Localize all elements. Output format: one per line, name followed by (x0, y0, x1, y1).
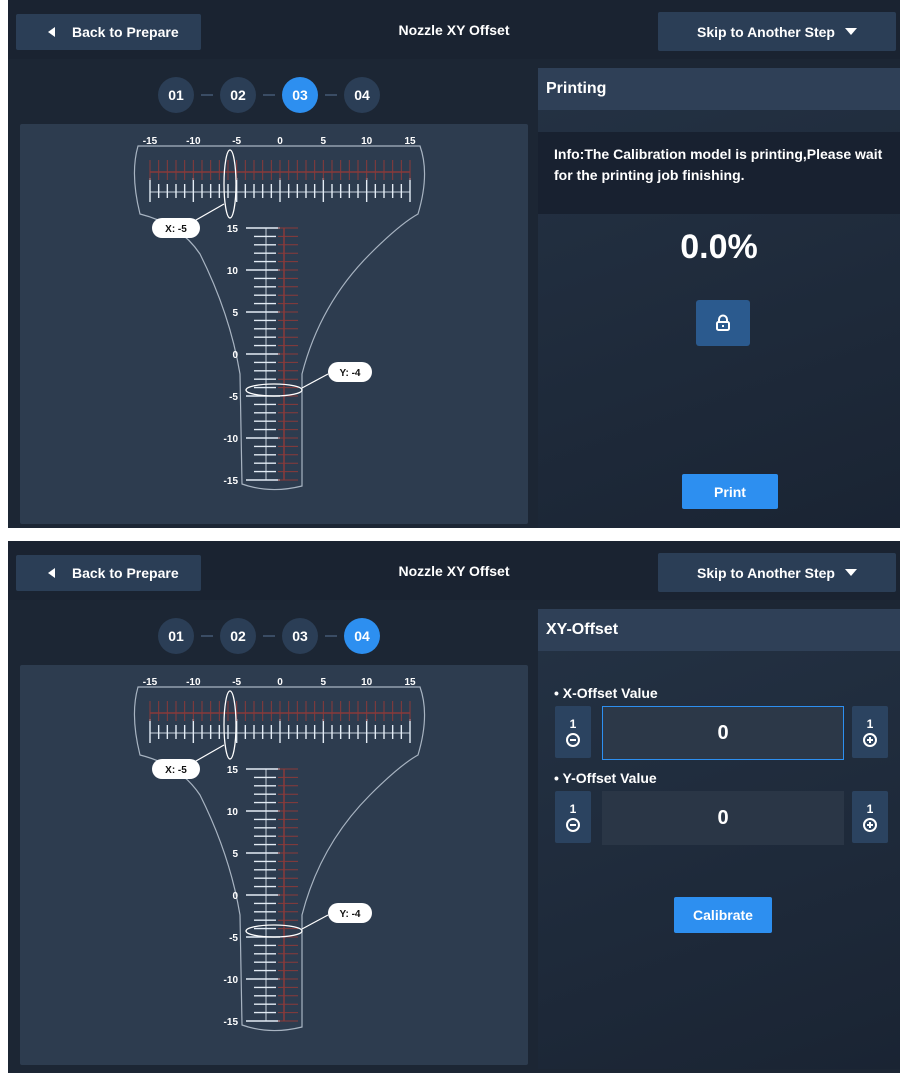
y-tick-label: 5 (232, 849, 238, 860)
y-tick-label: -5 (229, 392, 238, 403)
skip-step-label: Skip to Another Step (697, 23, 835, 40)
y-tick-label: -10 (224, 975, 239, 986)
back-button[interactable]: Back to Prepare (16, 555, 201, 591)
y-tick-label: 10 (227, 266, 239, 277)
top-bar: Back to Prepare Nozzle XY Offset Skip to… (8, 541, 900, 600)
screen-xy-offset: Back to Prepare Nozzle XY Offset Skip to… (8, 541, 900, 1073)
y-tick-label: 10 (227, 807, 239, 818)
y-callout: Y: -4 (340, 368, 361, 379)
step-divider (263, 94, 275, 96)
skip-step-dropdown[interactable]: Skip to Another Step (658, 553, 896, 592)
step-03: 03 (282, 77, 318, 113)
back-arrow-icon (48, 568, 55, 578)
step-size: 1 (569, 802, 577, 816)
x-tick-label: 5 (321, 677, 327, 688)
step-02: 02 (220, 77, 256, 113)
step-04: 04 (344, 618, 380, 654)
skip-step-label: Skip to Another Step (697, 564, 835, 581)
minus-circle-icon (566, 733, 580, 747)
panel-title: Printing (538, 68, 900, 110)
y-tick-label: -15 (224, 1017, 239, 1028)
panel-title: XY-Offset (538, 609, 900, 651)
x-tick-label: -15 (143, 677, 158, 688)
x-tick-label: 15 (404, 136, 416, 147)
back-button-label: Back to Prepare (72, 565, 179, 581)
step-size: 1 (569, 717, 577, 731)
plus-circle-icon (863, 733, 877, 747)
lock-button[interactable] (696, 300, 750, 346)
plus-circle-icon (863, 818, 877, 832)
caret-down-icon (844, 569, 857, 576)
calibrate-button[interactable]: Calibrate (674, 897, 772, 933)
caret-down-icon (844, 28, 857, 35)
lock-icon (716, 314, 730, 331)
info-message: Info:The Calibration model is printing,P… (538, 132, 900, 214)
calibration-guide-image: -15 -10 -5 0 5 10 15 15 10 5 0 -5 -10 -15 X: -5 Y: -4 (20, 665, 528, 1065)
y-increment-button[interactable]: 1 (852, 791, 888, 843)
x-increment-button[interactable]: 1 (852, 706, 888, 758)
printing-panel: Printing Info:The Calibration model is p… (538, 68, 900, 528)
y-tick-label: 15 (227, 224, 239, 235)
step-divider (201, 635, 213, 637)
y-decrement-button[interactable]: 1 (555, 791, 591, 843)
calibration-guide-drawing: -15 -10 -5 0 5 10 15 15 10 5 0 -5 -10 -15 X: -5 Y: -4 (133, 136, 426, 491)
step-02: 02 (220, 618, 256, 654)
x-decrement-button[interactable]: 1 (555, 706, 591, 758)
y-tick-label: 0 (232, 350, 238, 361)
back-arrow-icon (48, 27, 55, 37)
step-01: 01 (158, 618, 194, 654)
x-tick-label: -5 (232, 136, 241, 147)
x-tick-label: 5 (321, 136, 327, 147)
print-button[interactable]: Print (682, 474, 778, 509)
y-callout: Y: -4 (340, 909, 361, 920)
xy-offset-panel: XY-Offset • X-Offset Value 1 0 1 • Y-Off… (538, 609, 900, 1069)
y-tick-label: 0 (232, 891, 238, 902)
y-tick-label: 5 (232, 308, 238, 319)
x-callout: X: -5 (165, 224, 187, 235)
x-offset-label: • X-Offset Value (554, 685, 658, 701)
calibration-guide-image: -15 -10 -5 0 5 10 15 15 10 5 0 -5 -10 -15 X: -5 Y: -4 (20, 124, 528, 524)
step-size: 1 (866, 717, 874, 731)
x-tick-label: -10 (186, 677, 201, 688)
y-tick-label: -5 (229, 933, 238, 944)
x-tick-label: 10 (361, 677, 373, 688)
step-indicator: 01 02 03 04 (158, 77, 380, 113)
screen-printing: Back to Prepare Nozzle XY Offset Skip to… (8, 0, 900, 528)
calibration-guide-drawing: -15 -10 -5 0 5 10 15 15 10 5 0 -5 -10 -15 X: -5 Y: -4 (133, 677, 426, 1032)
x-tick-label: -15 (143, 136, 158, 147)
step-indicator: 01 02 03 04 (158, 618, 380, 654)
step-divider (263, 635, 275, 637)
step-03: 03 (282, 618, 318, 654)
y-offset-label: • Y-Offset Value (554, 770, 657, 786)
y-tick-label: -15 (224, 476, 239, 487)
step-divider (325, 94, 337, 96)
y-tick-label: 15 (227, 765, 239, 776)
x-tick-label: -5 (232, 677, 241, 688)
back-button-label: Back to Prepare (72, 24, 179, 40)
x-tick-label: -10 (186, 136, 201, 147)
step-divider (201, 94, 213, 96)
x-callout: X: -5 (165, 765, 187, 776)
print-progress: 0.0% (680, 228, 758, 266)
y-offset-input[interactable]: 0 (602, 791, 844, 845)
x-offset-input[interactable]: 0 (602, 706, 844, 760)
step-divider (325, 635, 337, 637)
step-01: 01 (158, 77, 194, 113)
skip-step-dropdown[interactable]: Skip to Another Step (658, 12, 896, 51)
y-tick-label: -10 (224, 434, 239, 445)
x-tick-label: 0 (277, 677, 283, 688)
x-tick-label: 0 (277, 136, 283, 147)
step-size: 1 (866, 802, 874, 816)
step-04: 04 (344, 77, 380, 113)
x-tick-label: 10 (361, 136, 373, 147)
minus-circle-icon (566, 818, 580, 832)
top-bar: Back to Prepare Nozzle XY Offset Skip to… (8, 0, 900, 59)
back-button[interactable]: Back to Prepare (16, 14, 201, 50)
x-tick-label: 15 (404, 677, 416, 688)
